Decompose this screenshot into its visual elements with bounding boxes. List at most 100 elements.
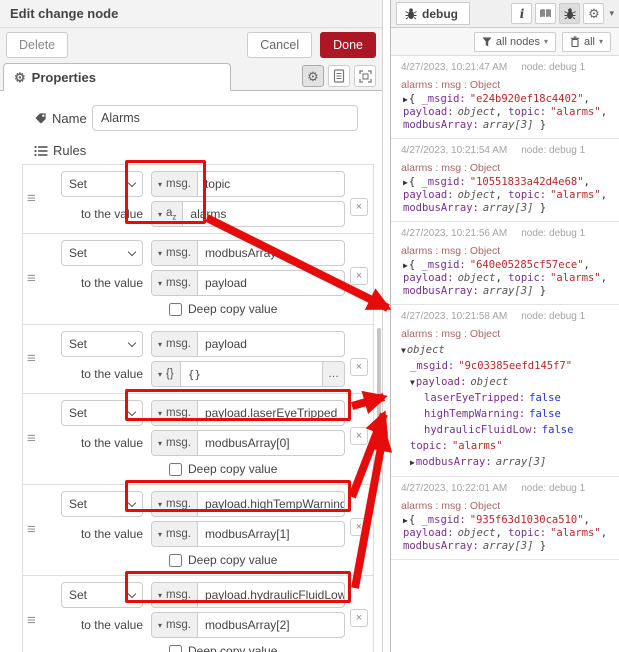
- json-key: topic:: [508, 189, 546, 201]
- drag-handle-icon[interactable]: ≡: [27, 430, 36, 447]
- property-type-button[interactable]: ▾ msg.: [152, 492, 198, 516]
- scrollbar-thumb[interactable]: [377, 328, 381, 423]
- type-string-label: az: [166, 207, 176, 221]
- chevron-down-icon: [128, 247, 136, 255]
- gear-icon: ⚙: [307, 70, 319, 83]
- property-field[interactable]: ▾ msg. payload: [151, 331, 345, 357]
- edit-properties-button[interactable]: ⚙: [302, 65, 324, 87]
- clear-messages-button[interactable]: all ▾: [562, 32, 611, 52]
- expand-editor-button[interactable]: …: [322, 362, 344, 386]
- property-type-button[interactable]: ▾ msg.: [152, 332, 198, 356]
- delete-button[interactable]: Delete: [6, 32, 68, 58]
- deep-copy-checkbox[interactable]: [169, 645, 182, 652]
- rule-action-value: Set: [69, 177, 129, 191]
- json-meta: array[3]: [483, 119, 534, 131]
- cancel-button[interactable]: Cancel: [247, 32, 312, 58]
- expand-caret-icon[interactable]: ▶: [403, 516, 408, 525]
- property-field[interactable]: ▾ msg. payload.highTempWarning: [151, 491, 345, 517]
- chevron-down-icon: [128, 589, 136, 597]
- type-msg-label: msg.: [166, 619, 191, 631]
- rule-action-select[interactable]: Set: [61, 171, 143, 197]
- caret-down-icon: ▾: [158, 249, 162, 258]
- property-field[interactable]: ▾ msg. modbusArray: [151, 240, 345, 266]
- appearance-button[interactable]: [354, 65, 376, 87]
- done-button[interactable]: Done: [320, 32, 376, 58]
- drag-handle-icon[interactable]: ≡: [27, 521, 36, 538]
- value-type-button[interactable]: ▾ az: [152, 202, 183, 226]
- property-type-button[interactable]: ▾ msg.: [152, 172, 198, 196]
- collapse-caret-icon[interactable]: ▼: [401, 346, 406, 355]
- name-row: Name: [34, 105, 374, 131]
- value-value: modbusArray[0]: [198, 436, 290, 450]
- drag-handle-icon[interactable]: ≡: [27, 270, 36, 287]
- help-tab-button[interactable]: [535, 3, 556, 24]
- description-button[interactable]: [328, 65, 350, 87]
- value-field[interactable]: ▾ {} {} …: [151, 361, 345, 387]
- rules-label-wrap: Rules: [34, 143, 374, 158]
- value-field[interactable]: ▾ msg. modbusArray[1]: [151, 521, 345, 547]
- drag-handle-icon[interactable]: ≡: [27, 612, 36, 629]
- remove-rule-button[interactable]: ×: [350, 518, 368, 536]
- deep-copy-label: Deep copy value: [188, 644, 277, 652]
- deep-copy-checkbox[interactable]: [169, 554, 182, 567]
- rules-label: Rules: [53, 143, 86, 158]
- remove-rule-button[interactable]: ×: [350, 358, 368, 376]
- debug-message: 4/27/2023, 10:22:01 AMnode: debug 1 alar…: [391, 477, 619, 560]
- property-type-button[interactable]: ▾ msg.: [152, 401, 198, 425]
- tab-properties[interactable]: ⚙ Properties: [3, 63, 231, 91]
- remove-rule-button[interactable]: ×: [350, 427, 368, 445]
- to-the-value-label: to the value: [61, 207, 143, 221]
- json-key: _msgid:: [421, 514, 465, 526]
- value-type-button[interactable]: ▾ msg.: [152, 431, 198, 455]
- rule-action-select[interactable]: Set: [61, 331, 143, 357]
- json-key: modbusArray:: [403, 540, 479, 552]
- config-nodes-button[interactable]: ⚙: [583, 3, 604, 24]
- value-field[interactable]: ▾ msg. modbusArray[0]: [151, 430, 345, 456]
- rule-action-value: Set: [69, 337, 129, 351]
- remove-rule-button[interactable]: ×: [350, 198, 368, 216]
- property-field[interactable]: ▾ msg. payload.laserEyeTripped: [151, 400, 345, 426]
- name-input[interactable]: [92, 105, 358, 131]
- json-string: "e24b920ef18c4402": [470, 93, 584, 105]
- rule-action-select[interactable]: Set: [61, 582, 143, 608]
- value-field[interactable]: ▾ msg. payload: [151, 270, 345, 296]
- info-tab-button[interactable]: i: [511, 3, 532, 24]
- value-field[interactable]: ▾ msg. modbusArray[2]: [151, 612, 345, 638]
- to-the-value-label: to the value: [61, 367, 143, 381]
- filter-nodes-button[interactable]: all nodes ▾: [474, 32, 556, 52]
- message-path: alarms : msg : Object: [401, 243, 609, 259]
- expand-caret-icon[interactable]: ▶: [403, 178, 408, 187]
- value-type-button[interactable]: ▾ msg.: [152, 522, 198, 546]
- drag-handle-icon[interactable]: ≡: [27, 350, 36, 367]
- deep-copy-checkbox[interactable]: [169, 303, 182, 316]
- sidebar-menu-caret[interactable]: ▾: [609, 8, 614, 19]
- expand-caret-icon[interactable]: ▶: [403, 95, 408, 104]
- value-type-button[interactable]: ▾ {}: [152, 362, 181, 386]
- edit-change-node-dialog: Edit change node Delete Cancel Done ⚙ Pr…: [0, 0, 383, 652]
- property-field[interactable]: ▾ msg. topic: [151, 171, 345, 197]
- deep-copy-checkbox[interactable]: [169, 463, 182, 476]
- property-field[interactable]: ▾ msg. payload.hydraulicFluidLow: [151, 582, 345, 608]
- debug-tab-button[interactable]: [559, 3, 580, 24]
- json-key: modbusArray:: [403, 119, 479, 131]
- value-field[interactable]: ▾ az alarms: [151, 201, 345, 227]
- rule-action-select[interactable]: Set: [61, 491, 143, 517]
- gear-icon: ⚙: [14, 71, 26, 84]
- drag-handle-icon[interactable]: ≡: [27, 190, 36, 207]
- change-rule-4: ≡ × Set ▾ msg. payload.laser: [23, 394, 373, 485]
- property-type-button[interactable]: ▾ msg.: [152, 583, 198, 607]
- value-type-button[interactable]: ▾ msg.: [152, 613, 198, 637]
- json-string: "640e05285cf57ece": [470, 259, 584, 271]
- collapse-caret-icon[interactable]: ▼: [410, 378, 415, 387]
- tab-debug[interactable]: debug: [396, 2, 470, 25]
- remove-rule-button[interactable]: ×: [350, 267, 368, 285]
- rule-action-select[interactable]: Set: [61, 400, 143, 426]
- expand-caret-icon[interactable]: ▶: [403, 261, 408, 270]
- expand-caret-icon[interactable]: ▶: [410, 458, 415, 467]
- remove-rule-button[interactable]: ×: [350, 609, 368, 627]
- value-type-button[interactable]: ▾ msg.: [152, 271, 198, 295]
- property-type-button[interactable]: ▾ msg.: [152, 241, 198, 265]
- rule-action-select[interactable]: Set: [61, 240, 143, 266]
- deep-copy-row: Deep copy value: [169, 300, 345, 318]
- caret-down-icon: ▾: [158, 180, 162, 189]
